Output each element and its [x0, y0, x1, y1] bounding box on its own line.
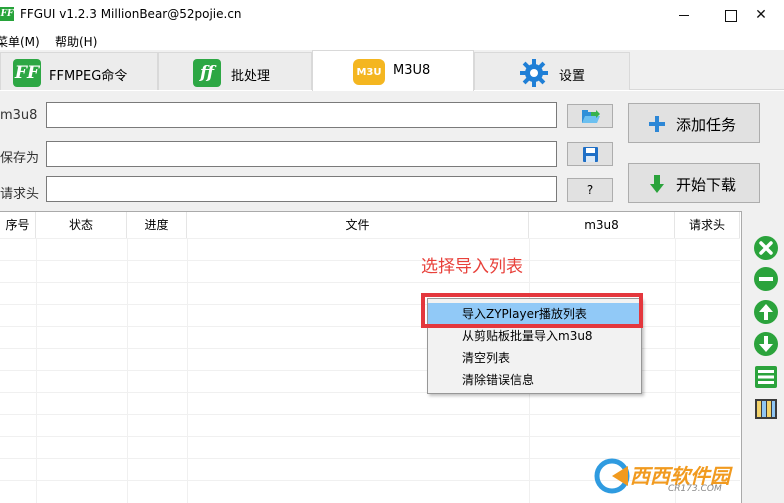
up-icon	[754, 300, 778, 327]
watermark-logo-icon	[594, 458, 630, 497]
list-view-button[interactable]	[754, 365, 778, 389]
menu-help[interactable]: 帮助(H)	[55, 33, 97, 50]
m3u-logo-icon: M3U	[353, 59, 385, 85]
list-icon	[754, 366, 778, 392]
m3u8-form: m3u8 保存为 请求头 ? 添加任务 开始下载	[0, 91, 784, 211]
watermark: 西西软件园 CR173.COM	[590, 456, 760, 496]
log-button[interactable]	[754, 397, 778, 421]
add-task-label: 添加任务	[676, 116, 737, 134]
save-button[interactable]	[567, 142, 613, 166]
save-as-input[interactable]	[46, 141, 557, 167]
tab-batch[interactable]: ff 批处理	[158, 52, 312, 90]
down-icon	[754, 332, 778, 359]
menu-item-clear-errors[interactable]: 清除错误信息	[428, 369, 641, 391]
floppy-disk-icon	[583, 147, 598, 169]
column-header-file[interactable]: 文件	[187, 212, 529, 238]
start-download-label: 开始下载	[676, 176, 737, 194]
column-header-request-header[interactable]: 请求头	[675, 212, 740, 238]
window-title: FFGUI v1.2.3 MillionBear@52pojie.cn	[20, 7, 242, 21]
tab-settings[interactable]: 设置	[474, 52, 630, 90]
request-header-input[interactable]	[46, 176, 557, 202]
column-header-m3u8[interactable]: m3u8	[529, 212, 675, 238]
row-divider	[0, 238, 740, 239]
book-icon	[754, 399, 778, 424]
menu-file[interactable]: 菜单(M)	[0, 33, 40, 50]
row-divider	[0, 414, 740, 415]
menu-item-import-clipboard[interactable]: 从剪贴板批量导入m3u8	[428, 325, 641, 347]
remove-task-button[interactable]	[754, 236, 778, 260]
highlight-frame	[421, 293, 643, 328]
column-header-status[interactable]: 状态	[36, 212, 127, 238]
help-button[interactable]: ?	[567, 178, 613, 202]
move-up-button[interactable]	[754, 300, 778, 324]
m3u8-label: m3u8	[0, 108, 38, 123]
annotation-text: 选择导入列表	[421, 257, 523, 277]
tab-label: FFMPEG命令	[49, 69, 128, 84]
folder-icon	[582, 109, 600, 131]
minimize-button[interactable]	[661, 0, 707, 30]
column-header-index[interactable]: 序号	[0, 212, 36, 238]
move-down-button[interactable]	[754, 332, 778, 356]
add-task-button[interactable]: 添加任务	[628, 103, 760, 143]
gear-icon	[519, 58, 549, 88]
start-download-button[interactable]: 开始下载	[628, 163, 760, 203]
menu-item-clear-list[interactable]: 清空列表	[428, 347, 641, 369]
request-header-label: 请求头	[0, 187, 40, 202]
tab-label: 批处理	[231, 69, 271, 84]
row-divider	[0, 436, 740, 437]
plus-icon	[649, 116, 665, 135]
row-divider	[0, 282, 740, 283]
column-header-progress[interactable]: 进度	[127, 212, 187, 238]
pause-task-button[interactable]	[754, 267, 778, 291]
m3u8-input[interactable]	[46, 102, 557, 128]
close-button[interactable]: ✕	[738, 0, 784, 30]
row-divider	[0, 260, 740, 261]
tab-label: 设置	[559, 69, 586, 84]
tab-label: M3U8	[393, 63, 431, 78]
watermark-subtext: CR173.COM	[668, 484, 722, 494]
save-as-label: 保存为	[0, 151, 40, 166]
tab-m3u8[interactable]: M3U M3U8	[312, 50, 474, 91]
menu-bar: 菜单(M) 帮助(H)	[0, 30, 784, 50]
tab-ffmpeg[interactable]: FF FFMPEG命令	[0, 52, 158, 90]
open-file-button[interactable]	[567, 104, 613, 128]
ff-logo-icon: FF	[13, 59, 41, 87]
tab-strip: FF FFMPEG命令 ff 批处理 M3U M3U8 设置	[0, 50, 784, 91]
title-bar: FF FFGUI v1.2.3 MillionBear@52pojie.cn ✕	[0, 0, 784, 30]
download-arrow-icon	[650, 175, 664, 196]
remove-icon	[754, 236, 778, 263]
ff-lower-logo-icon: ff	[193, 59, 221, 87]
minus-icon	[754, 267, 778, 294]
app-logo-icon: FF	[0, 7, 14, 21]
